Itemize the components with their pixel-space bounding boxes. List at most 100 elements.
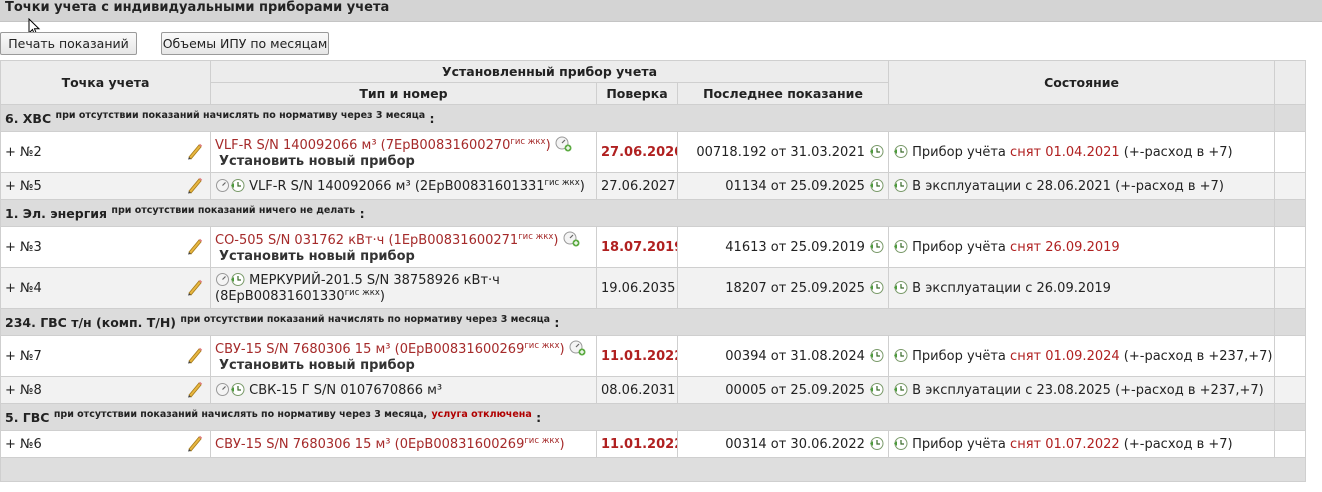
device-name: VLF-R S/N 140092066 м³ (2ЕрВ00831601331г… (249, 178, 585, 194)
device-name: СВК-15 Г S/N 0107670866 м³ (249, 383, 443, 398)
pencil-icon[interactable] (186, 176, 204, 194)
table-row[interactable]: + №8 СВК-15 Г S/N 0107670866 м³ 08.06.20… (0, 376, 1307, 404)
point-link[interactable]: + №4 (5, 281, 42, 296)
device-link[interactable]: СВУ-15 S/N 7680306 15 м³ (0ЕрВ0083160026… (215, 436, 565, 452)
gauge-icon[interactable] (215, 272, 230, 287)
last-reading: 00394 от 31.08.2024 (725, 349, 865, 364)
state-suffix: (+-расход в +7) (1123, 145, 1233, 160)
group-name: 5. ГВС (5, 410, 50, 425)
last-reading: 01134 от 25.09.2025 (725, 179, 865, 194)
group-colon: : (536, 410, 542, 425)
history-icon[interactable] (893, 436, 908, 451)
group-name: 1. Эл. энергия (5, 206, 108, 221)
check-date: 08.06.2031 (596, 376, 678, 404)
group-note: при отсутствии показаний начислять по но… (55, 110, 426, 121)
history-icon[interactable] (869, 144, 884, 159)
print-readings-button[interactable]: Печать показаний (0, 32, 137, 55)
page-title: Точки учета с индивидуальными приборами … (0, 0, 1322, 22)
gauge-add-icon[interactable] (563, 231, 580, 247)
state-removed: снят 01.07.2022 (1010, 437, 1120, 452)
group-note: при отсутствии показаний начислять по но… (53, 409, 424, 420)
last-reading: 00005 от 25.09.2025 (725, 383, 865, 398)
header-last-reading: Последнее показание (676, 82, 890, 105)
group-row: 1. Эл. энергия при отсутствии показаний … (0, 199, 1307, 227)
state-text: В эксплуатации с 28.06.2021 (+-расход в … (912, 179, 1224, 194)
history-icon[interactable] (869, 280, 884, 295)
header-state: Состояние (888, 60, 1276, 105)
state-prefix: Прибор учёта (912, 437, 1006, 452)
table-row[interactable]: + №7 СВУ-15 S/N 7680306 15 м³ (0ЕрВ00831… (0, 335, 1307, 377)
history-icon[interactable] (869, 382, 884, 397)
last-reading: 00718.192 от 31.03.2021 (696, 145, 865, 160)
state-prefix: Прибор учёта (912, 240, 1006, 255)
history-icon[interactable] (893, 280, 908, 295)
history-icon[interactable] (893, 348, 908, 363)
group-separator: , (423, 409, 428, 420)
meter-volumes-button[interactable]: Объемы ИПУ по месяцам (161, 32, 329, 55)
install-new-device-link[interactable]: Установить новый прибор (215, 358, 592, 373)
group-note: при отсутствии показаний начислять по но… (180, 314, 551, 325)
point-link[interactable]: + №6 (5, 437, 42, 452)
header-point: Точка учета (0, 60, 211, 105)
history-icon[interactable] (893, 239, 908, 254)
gauge-add-icon[interactable] (569, 340, 586, 356)
device-name: МЕРКУРИЙ-201.5 S/N 38758926 кВт·ч (8ЕрВ00… (215, 273, 500, 304)
point-link[interactable]: + №2 (5, 145, 42, 160)
history-icon[interactable] (230, 272, 245, 287)
history-icon[interactable] (893, 144, 908, 159)
last-reading: 00314 от 30.06.2022 (725, 437, 865, 452)
table-row[interactable]: + №6 СВУ-15 S/N 7680306 15 м³ (0ЕрВ00831… (0, 430, 1307, 458)
table-row[interactable]: + №3 СО-505 S/N 031762 кВт·ч (1ЕрВ008316… (0, 226, 1307, 268)
check-date: 27.06.2020 (596, 131, 678, 173)
check-date: 18.07.2019 (596, 226, 678, 268)
point-link[interactable]: + №5 (5, 179, 42, 194)
history-icon[interactable] (869, 178, 884, 193)
group-colon: : (554, 315, 560, 330)
history-icon[interactable] (893, 178, 908, 193)
table-footer (0, 457, 1307, 482)
state-suffix: (+-расход в +7) (1123, 437, 1233, 452)
history-icon[interactable] (869, 239, 884, 254)
pencil-icon[interactable] (186, 380, 204, 398)
group-row: 234. ГВС т/н (комп. Т/Н) при отсутствии … (0, 308, 1307, 336)
state-removed: снят 01.04.2021 (1010, 145, 1120, 160)
pencil-icon[interactable] (186, 237, 204, 255)
check-date: 19.06.2035 (596, 267, 678, 309)
pencil-icon[interactable] (186, 278, 204, 296)
pencil-icon[interactable] (186, 434, 204, 452)
table-row[interactable]: + №5 VLF-R S/N 140092066 м³ (2ЕрВ0083160… (0, 172, 1307, 200)
point-link[interactable]: + №3 (5, 240, 42, 255)
check-date: 27.06.2027 (596, 172, 678, 200)
state-removed: снят 26.09.2019 (1010, 240, 1120, 255)
history-icon[interactable] (893, 382, 908, 397)
history-icon[interactable] (869, 436, 884, 451)
history-icon[interactable] (869, 348, 884, 363)
table-row[interactable]: + №2 VLF-R S/N 140092066 м³ (7ЕрВ0083160… (0, 131, 1307, 173)
table-row[interactable]: + №4 МЕРКУРИЙ-201.5 S/N 38758926 кВт·ч (8… (0, 267, 1307, 309)
state-prefix: Прибор учёта (912, 145, 1006, 160)
check-date: 11.01.2022 (596, 335, 678, 377)
device-link[interactable]: СО-505 S/N 031762 кВт·ч (1ЕрВ00831600271… (215, 232, 558, 248)
device-link[interactable]: VLF-R S/N 140092066 м³ (7ЕрВ00831600270г… (215, 137, 551, 153)
state-text: В эксплуатации с 26.09.2019 (912, 281, 1111, 296)
state-removed: снят 01.09.2024 (1010, 349, 1120, 364)
gauge-icon[interactable] (215, 382, 230, 397)
install-new-device-link[interactable]: Установить новый прибор (215, 154, 592, 169)
history-icon[interactable] (230, 382, 245, 397)
group-row: 5. ГВС при отсутствии показаний начислят… (0, 403, 1307, 431)
pencil-icon[interactable] (186, 346, 204, 364)
device-link[interactable]: СВУ-15 S/N 7680306 15 м³ (0ЕрВ0083160026… (215, 341, 565, 357)
group-colon: : (359, 206, 365, 221)
point-link[interactable]: + №8 (5, 383, 42, 398)
group-colon: : (429, 111, 435, 126)
state-prefix: Прибор учёта (912, 349, 1006, 364)
pencil-icon[interactable] (186, 142, 204, 160)
meter-points-table: Точка учета Установленный прибор учета С… (0, 60, 1307, 482)
history-icon[interactable] (230, 178, 245, 193)
gauge-add-icon[interactable] (555, 136, 572, 152)
group-row: 6. ХВС при отсутствии показаний начислят… (0, 104, 1307, 132)
group-name: 234. ГВС т/н (комп. Т/Н) (5, 315, 177, 330)
point-link[interactable]: + №7 (5, 349, 42, 364)
install-new-device-link[interactable]: Установить новый прибор (215, 249, 592, 264)
gauge-icon[interactable] (215, 178, 230, 193)
